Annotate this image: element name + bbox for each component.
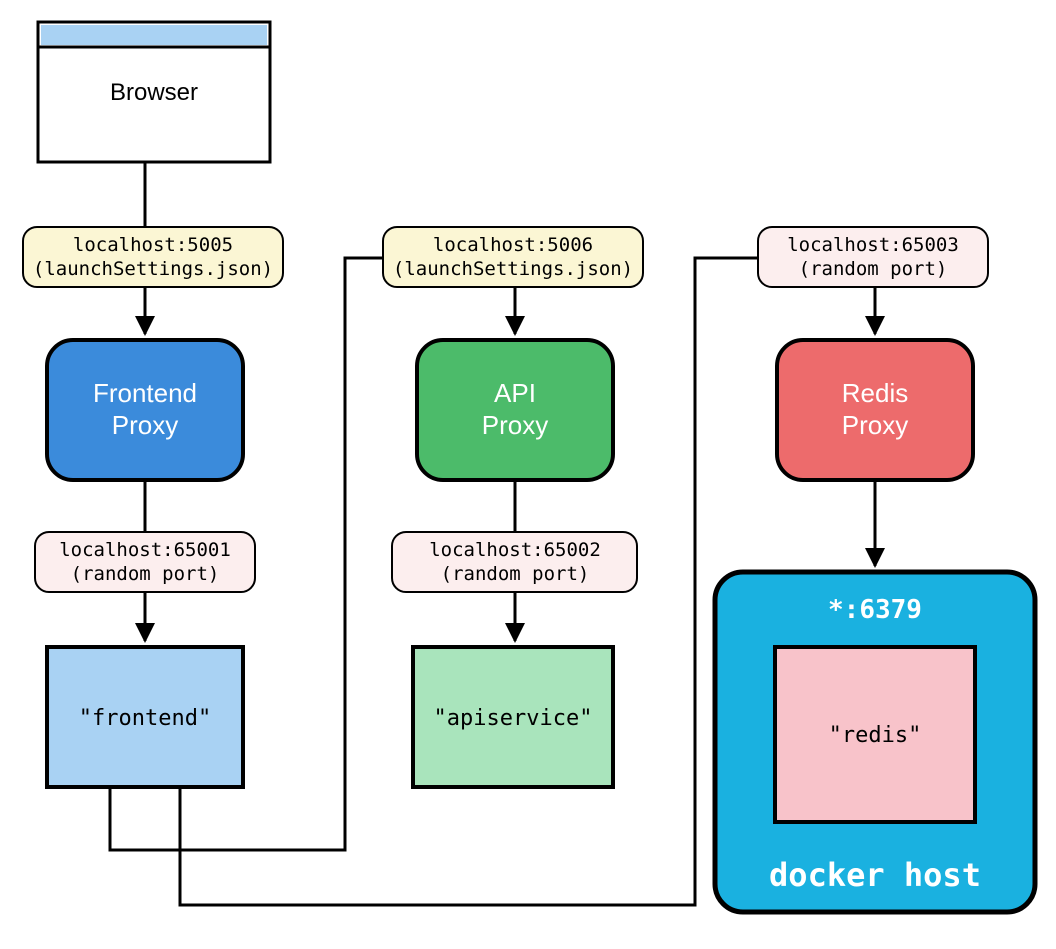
svg-text:"redis": "redis" xyxy=(829,723,922,748)
svg-text:(launchSettings.json): (launchSettings.json) xyxy=(393,258,633,280)
edge-label-frontend-random: localhost:65001 (random port) xyxy=(35,532,255,592)
svg-text:Proxy: Proxy xyxy=(112,410,178,440)
svg-text:localhost:5005: localhost:5005 xyxy=(73,234,233,256)
edge-label-api-random: localhost:65002 (random port) xyxy=(392,532,637,592)
svg-text:"frontend": "frontend" xyxy=(79,706,211,731)
svg-text:(random port): (random port) xyxy=(441,563,590,585)
svg-text:(random port): (random port) xyxy=(71,563,220,585)
browser-box: Browser xyxy=(38,22,270,162)
browser-label: Browser xyxy=(110,79,198,106)
svg-text:Proxy: Proxy xyxy=(482,410,548,440)
svg-text:*:6379: *:6379 xyxy=(828,595,922,625)
apiservice-box: "apiservice" xyxy=(413,647,613,787)
docker-host-box: *:6379 "redis" docker host xyxy=(715,572,1035,912)
frontend-proxy-box: Frontend Proxy xyxy=(47,340,243,480)
svg-text:localhost:65002: localhost:65002 xyxy=(429,539,601,561)
svg-text:localhost:65003: localhost:65003 xyxy=(787,234,959,256)
api-proxy-box: API Proxy xyxy=(417,340,613,480)
browser-titlebar xyxy=(41,25,267,45)
svg-text:localhost:5006: localhost:5006 xyxy=(433,234,593,256)
edge-label-frontend-port: localhost:5005 (launchSettings.json) xyxy=(23,227,283,287)
redis-proxy-box: Redis Proxy xyxy=(777,340,973,480)
svg-text:docker host: docker host xyxy=(769,856,981,894)
svg-text:localhost:65001: localhost:65001 xyxy=(59,539,231,561)
architecture-diagram: Browser localhost:5005 (launchSettings.j… xyxy=(0,0,1056,949)
svg-text:API: API xyxy=(494,378,536,408)
svg-text:"apiservice": "apiservice" xyxy=(434,706,593,731)
edge-label-redis-port: localhost:65003 (random port) xyxy=(758,227,988,287)
svg-text:(random port): (random port) xyxy=(799,258,948,280)
frontend-service-box: "frontend" xyxy=(47,647,243,787)
svg-text:(launchSettings.json): (launchSettings.json) xyxy=(33,258,273,280)
svg-text:Frontend: Frontend xyxy=(93,378,197,408)
redis-service-box: "redis" xyxy=(775,647,975,822)
svg-text:Redis: Redis xyxy=(842,378,908,408)
svg-text:Proxy: Proxy xyxy=(842,410,908,440)
edge-label-api-port: localhost:5006 (launchSettings.json) xyxy=(383,227,643,287)
